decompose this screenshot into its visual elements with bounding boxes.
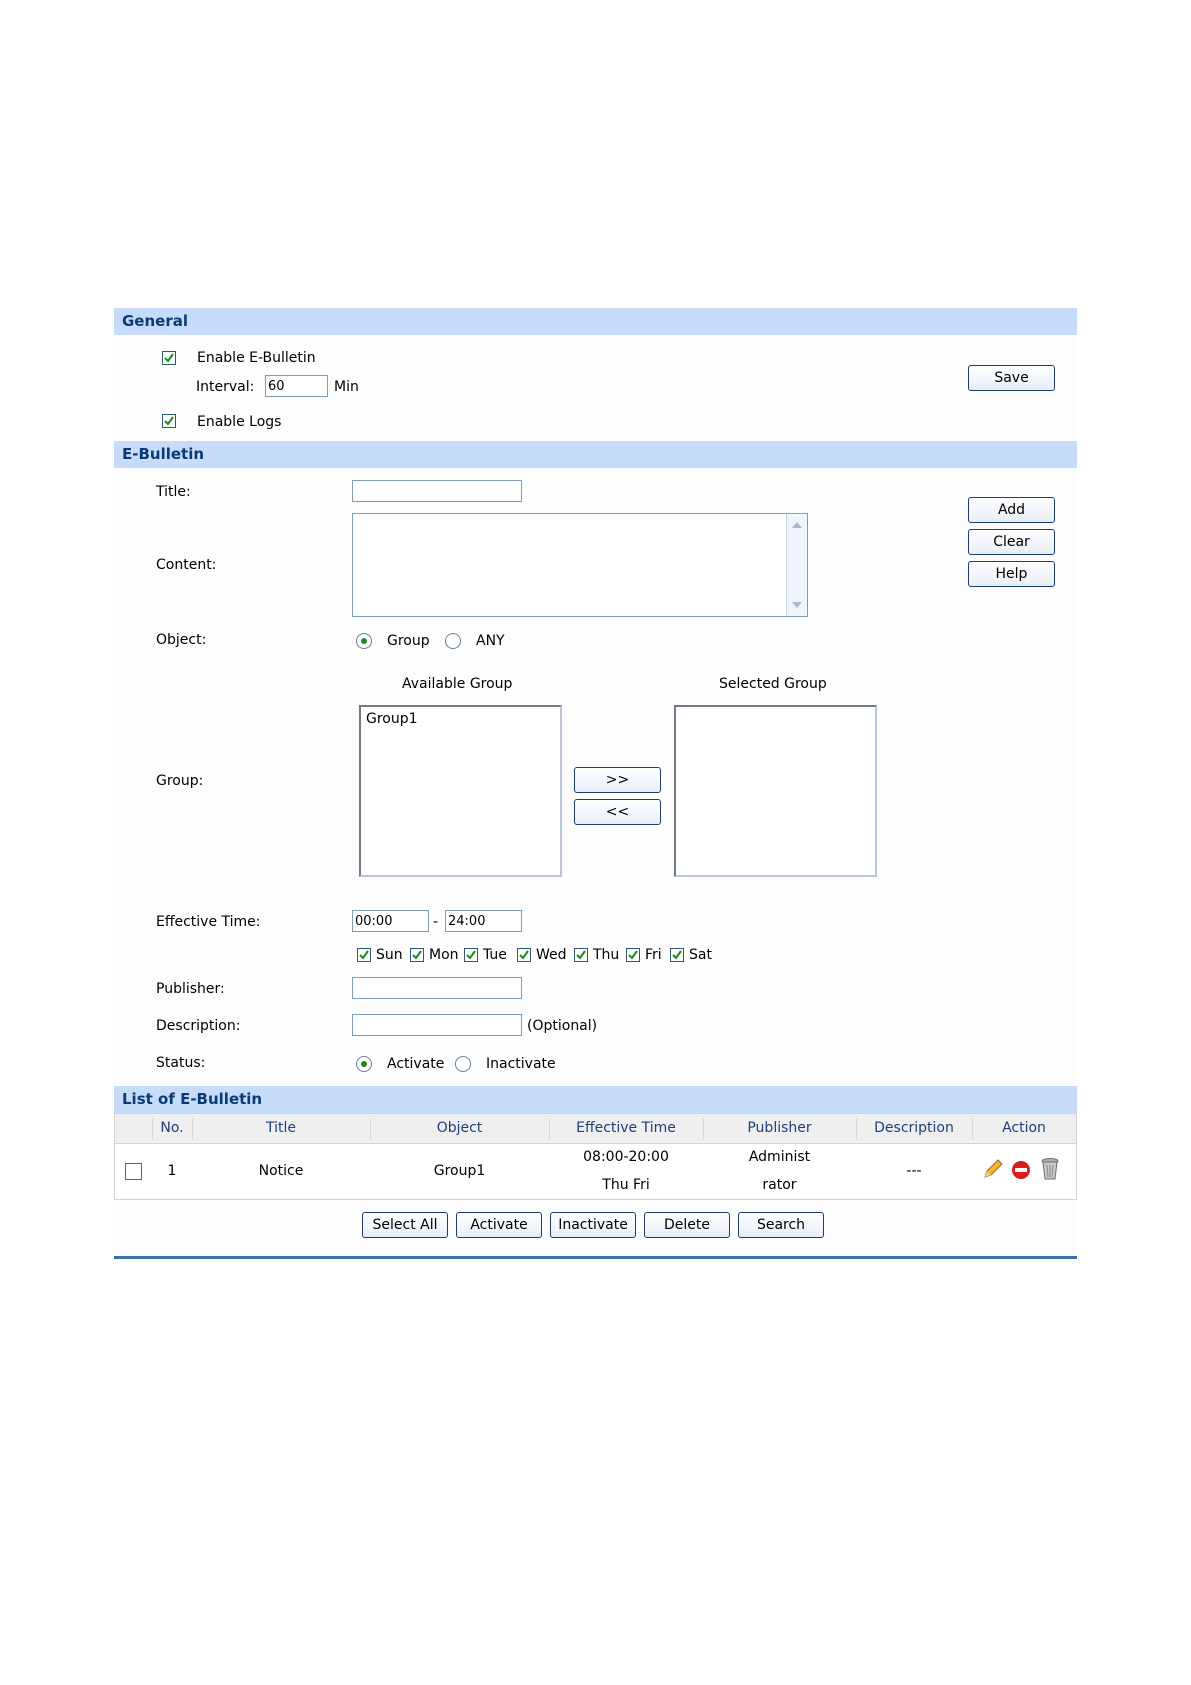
row-title: Notice: [258, 1163, 304, 1179]
day-checkbox-mon[interactable]: [410, 948, 424, 962]
description-hint: (Optional): [527, 1018, 598, 1034]
day-label-fri: Fri: [645, 947, 662, 963]
interval-unit: Min: [334, 379, 359, 395]
row-publisher-line1: Administ: [748, 1149, 811, 1165]
description-input[interactable]: [352, 1014, 522, 1036]
object-radio-group[interactable]: [356, 633, 372, 649]
row-object: Group1: [433, 1163, 486, 1179]
available-group-label: Available Group: [402, 676, 513, 692]
clear-button[interactable]: Clear: [968, 529, 1055, 555]
day-checkbox-fri[interactable]: [626, 948, 640, 962]
column-header-action: Action: [1002, 1120, 1046, 1136]
radio-selected-dot: [361, 638, 367, 644]
row-publisher-line2: rator: [762, 1177, 797, 1193]
check-icon: [519, 950, 529, 960]
day-checkbox-tue[interactable]: [464, 948, 478, 962]
disable-icon[interactable]: [1011, 1160, 1031, 1180]
edit-icon[interactable]: [982, 1158, 1004, 1180]
enable-ebulletin-checkbox[interactable]: [162, 351, 176, 365]
help-button[interactable]: Help: [968, 561, 1055, 587]
row-select-checkbox[interactable]: [125, 1163, 142, 1180]
move-right-button[interactable]: >>: [574, 767, 661, 793]
available-group-item[interactable]: Group1: [366, 710, 418, 728]
content-scrollbar[interactable]: [786, 514, 807, 616]
activate-button[interactable]: Activate: [456, 1212, 542, 1238]
add-button[interactable]: Add: [968, 497, 1055, 523]
check-icon: [628, 950, 638, 960]
time-start-input[interactable]: [352, 910, 429, 932]
object-option-group: Group: [387, 633, 430, 649]
search-button[interactable]: Search: [738, 1212, 824, 1238]
day-label-mon: Mon: [429, 947, 459, 963]
check-icon: [672, 950, 682, 960]
enable-logs-checkbox[interactable]: [162, 414, 176, 428]
object-radio-any[interactable]: [445, 633, 461, 649]
object-option-any: ANY: [476, 633, 505, 649]
radio-selected-dot: [361, 1061, 367, 1067]
bottom-divider: [114, 1256, 1077, 1259]
section-header-ebulletin: E-Bulletin: [114, 441, 1077, 468]
object-label: Object:: [156, 632, 207, 648]
column-header-description: Description: [874, 1120, 954, 1136]
title-label: Title:: [156, 484, 191, 500]
status-option-inactivate: Inactivate: [486, 1056, 556, 1072]
time-separator: -: [433, 914, 439, 930]
status-label: Status:: [156, 1055, 206, 1071]
day-checkbox-sat[interactable]: [670, 948, 684, 962]
delete-button[interactable]: Delete: [644, 1212, 730, 1238]
selected-group-listbox[interactable]: [674, 705, 877, 877]
section-header-list: List of E-Bulletin: [114, 1086, 1077, 1113]
scroll-down-icon[interactable]: [791, 599, 803, 611]
interval-label: Interval:: [196, 379, 255, 395]
check-icon: [164, 353, 174, 363]
trash-icon[interactable]: [1040, 1157, 1060, 1181]
status-option-activate: Activate: [387, 1056, 445, 1072]
title-input[interactable]: [352, 480, 522, 502]
description-label: Description:: [156, 1018, 241, 1034]
column-header-effective-time: Effective Time: [576, 1120, 676, 1136]
row-time-range: 08:00-20:00: [583, 1149, 669, 1165]
day-checkbox-thu[interactable]: [574, 948, 588, 962]
check-icon: [164, 416, 174, 426]
day-label-sat: Sat: [689, 947, 712, 963]
check-icon: [412, 950, 422, 960]
available-group-listbox[interactable]: Group1: [359, 705, 562, 877]
check-icon: [466, 950, 476, 960]
status-radio-activate[interactable]: [356, 1056, 372, 1072]
publisher-input[interactable]: [352, 977, 522, 999]
selected-group-label: Selected Group: [719, 676, 827, 692]
day-label-sun: Sun: [376, 947, 403, 963]
effective-time-label: Effective Time:: [156, 914, 261, 930]
day-label-thu: Thu: [593, 947, 620, 963]
row-time-days: Thu Fri: [602, 1177, 650, 1193]
check-icon: [359, 950, 369, 960]
move-left-button[interactable]: <<: [574, 799, 661, 825]
time-end-input[interactable]: [445, 910, 522, 932]
interval-input[interactable]: [265, 375, 328, 397]
row-description: ---: [906, 1163, 922, 1179]
column-header-no: No.: [160, 1120, 184, 1136]
day-label-wed: Wed: [536, 947, 567, 963]
publisher-label: Publisher:: [156, 981, 225, 997]
save-button[interactable]: Save: [968, 365, 1055, 391]
row-no: 1: [167, 1163, 177, 1179]
scroll-up-icon[interactable]: [791, 519, 803, 531]
content-textarea[interactable]: [352, 513, 808, 617]
day-label-tue: Tue: [483, 947, 507, 963]
day-checkbox-sun[interactable]: [357, 948, 371, 962]
section-header-general: General: [114, 308, 1077, 335]
day-checkbox-wed[interactable]: [517, 948, 531, 962]
status-radio-inactivate[interactable]: [455, 1056, 471, 1072]
group-label: Group:: [156, 773, 204, 789]
column-header-publisher: Publisher: [747, 1120, 812, 1136]
select-all-button[interactable]: Select All: [362, 1212, 448, 1238]
enable-logs-label: Enable Logs: [197, 414, 282, 430]
check-icon: [576, 950, 586, 960]
content-label: Content:: [156, 557, 217, 573]
column-header-object: Object: [436, 1120, 483, 1136]
enable-ebulletin-label: Enable E-Bulletin: [197, 350, 316, 366]
column-header-title: Title: [265, 1120, 296, 1136]
inactivate-button[interactable]: Inactivate: [550, 1212, 636, 1238]
